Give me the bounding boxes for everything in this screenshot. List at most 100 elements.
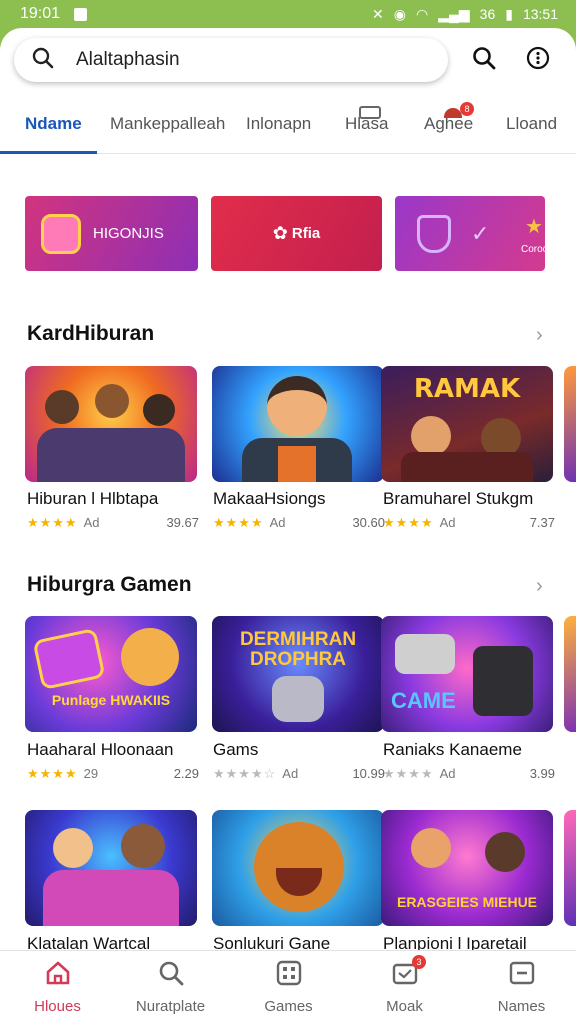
card-image[interactable] — [212, 366, 384, 482]
rating-label: 29 — [83, 766, 99, 781]
tab-3-icon — [359, 106, 381, 119]
chevron-right-icon[interactable]: › — [536, 324, 543, 347]
rating-stars: ★★★★ — [213, 515, 264, 530]
section-title-2: Hiburgra Gamen — [27, 573, 192, 596]
tab-0[interactable]: Ndame — [25, 114, 82, 134]
promo-banner-2[interactable]: ✿ Rfia — [211, 196, 382, 271]
tab-4-badge: 8 — [460, 102, 474, 116]
card-count: 39.67 — [166, 515, 199, 530]
nav-item-home[interactable]: Hloues — [0, 959, 115, 1015]
card-count: 10.99 — [352, 766, 385, 781]
search-icon — [472, 46, 496, 75]
gamepad-shield-icon — [41, 213, 81, 254]
rating-label: Ad — [282, 766, 299, 781]
search-icon — [32, 47, 54, 74]
promo-banner-3[interactable]: ✓ ★ Coroou — [395, 196, 545, 271]
rating-stars: ★★★★ — [27, 515, 78, 530]
nav-label: Nuratplate — [135, 998, 206, 1015]
nav-label: Hloues — [34, 998, 81, 1015]
section-title-1: KardHiburan — [27, 322, 155, 345]
card-meta: ★★★★ 29 2.29 — [27, 766, 199, 782]
card-title: MakaaHsiongs — [213, 489, 326, 508]
card-title: Hiburan l Hlbtapa — [27, 489, 159, 508]
rating-stars: ★★★★☆ — [213, 766, 277, 781]
card-meta: ★★★★ Ad 30.60 — [213, 515, 385, 531]
card-title: Raniaks Kanaeme — [383, 740, 522, 759]
card-meta: ★★★★ Ad 7.37 — [383, 515, 555, 531]
card-image[interactable] — [212, 810, 384, 926]
promo-banner-1-label: HIGONJIS — [93, 225, 164, 242]
signal-icon: ▂▄▆ — [438, 5, 470, 22]
nav-label: Names — [497, 998, 546, 1015]
status-bar: 19:01 ✕ ◉ ◠ ▂▄▆ 36 ▮ 13:51 — [0, 0, 576, 28]
nav-label: Moak — [386, 998, 423, 1015]
promo-banner-1[interactable]: HIGONJIS — [25, 196, 198, 271]
nav-label: Games — [264, 998, 313, 1015]
flower-logo-icon: ✿ — [272, 223, 288, 243]
search-icon — [157, 959, 185, 992]
card-image[interactable] — [25, 810, 197, 926]
location-icon: ◉ — [393, 5, 406, 22]
minus-box-icon — [508, 959, 536, 992]
nav-item-names[interactable]: Names — [464, 959, 576, 1015]
card-image[interactable]: Punlage HWAKIIS — [25, 616, 197, 732]
rating-label: Ad — [269, 515, 286, 530]
card-image[interactable]: CAME — [381, 616, 553, 732]
card-meta: ★★★★ Ad 3.99 — [383, 766, 555, 782]
info-icon — [526, 46, 550, 75]
search-field[interactable]: Alaltaphasin — [14, 38, 448, 82]
tab-1[interactable]: Mankeppalleah — [110, 114, 225, 134]
home-icon — [44, 959, 72, 992]
rating-stars: ★★★★ — [383, 766, 434, 781]
rating-label: Ad — [439, 766, 456, 781]
rating-stars: ★★★★ — [383, 515, 434, 530]
card-meta: ★★★★☆ Ad 10.99 — [213, 766, 385, 782]
card-image[interactable]: ERASGEIES MIEHUE — [381, 810, 553, 926]
promo-banner-2-label: Rfia — [291, 225, 321, 242]
star-icon: ★ — [525, 216, 543, 238]
battery-icon: ▮ — [505, 5, 513, 22]
more-options-button[interactable] — [522, 44, 554, 76]
card-count: 3.99 — [529, 766, 555, 781]
card-count: 2.29 — [173, 766, 199, 781]
bottom-navigation: Hloues Nuratplate Games 3 Moak Names — [0, 950, 576, 1024]
card-peek[interactable] — [564, 616, 576, 732]
signal-label: 36 — [479, 6, 496, 22]
card-title: Gams — [213, 740, 259, 759]
tab-2[interactable]: Inlonapn — [246, 114, 311, 134]
card-meta: ★★★★ Ad 39.67 — [27, 515, 199, 531]
card-title: Bramuharel Stukgm — [383, 489, 534, 508]
card-image[interactable]: RAMAK — [381, 366, 553, 482]
status-time-left: 19:01 — [20, 5, 61, 22]
nav-item-inbox[interactable]: 3 Moak — [347, 955, 462, 1015]
active-tab-indicator — [0, 151, 97, 154]
tab-5[interactable]: Lloand — [506, 114, 557, 134]
card-peek[interactable] — [564, 810, 576, 926]
check-icon: ✓ — [471, 220, 490, 246]
card-peek[interactable] — [564, 366, 576, 482]
wifi-icon: ◠ — [415, 5, 429, 22]
card-image[interactable]: DERMIHRAN DROPHRA — [212, 616, 384, 732]
rating-stars: ★★★★ — [27, 766, 78, 781]
chevron-right-icon[interactable]: › — [536, 575, 543, 598]
rating-label: Ad — [439, 515, 456, 530]
notification-icon — [74, 7, 88, 21]
card-image[interactable] — [25, 366, 197, 482]
rating-label: Ad — [83, 515, 100, 530]
card-count: 7.37 — [529, 515, 555, 530]
search-button[interactable] — [468, 44, 500, 76]
promo-banner-3-label: Coroou — [521, 244, 545, 255]
nav-badge: 3 — [412, 955, 426, 969]
category-tabs: Ndame Mankeppalleah Inlonapn Hlasa Aghee… — [0, 102, 576, 154]
status-time-right: 13:51 — [522, 6, 558, 22]
mute-icon: ✕ — [372, 5, 384, 22]
app-screen: 19:01 ✕ ◉ ◠ ▂▄▆ 36 ▮ 13:51 Alaltaphasin — [0, 0, 576, 1024]
nav-item-games[interactable]: Games — [231, 959, 346, 1015]
shield-icon — [417, 214, 451, 253]
search-input-text: Alaltaphasin — [76, 49, 180, 70]
card-count: 30.60 — [352, 515, 385, 530]
card-title: Haaharal Hloonaan — [27, 740, 174, 759]
nav-item-search[interactable]: Nuratplate — [113, 959, 228, 1015]
app-bar: Alaltaphasin Ndame Mankeppalleah Inlonap… — [0, 28, 576, 154]
games-grid-icon — [275, 959, 303, 992]
